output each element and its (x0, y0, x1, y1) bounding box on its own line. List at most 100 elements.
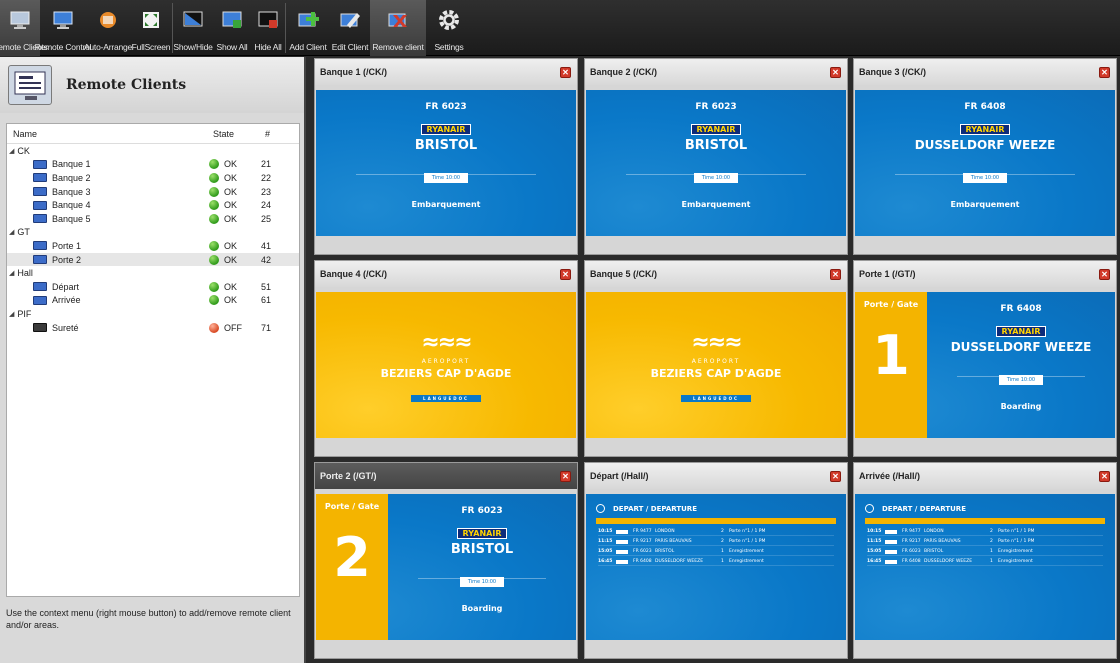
screen-preview[interactable]: DEPART / DEPARTURE 10:15 FR 9477 LONDON 2 Po… (855, 494, 1115, 640)
settings-button[interactable]: Settings (426, 0, 472, 56)
tile-titlebar[interactable]: Banque 4 (/CK/) ✕ (315, 261, 577, 287)
monitor-icon (33, 214, 47, 224)
tile-titlebar[interactable]: Porte 1 (/GT/) ✕ (854, 261, 1116, 287)
column-name[interactable]: Name (7, 129, 213, 139)
tree-item[interactable]: Porte 2 OK 42 (7, 252, 299, 267)
help-text: Use the context menu (right mouse button… (6, 608, 291, 630)
tree-group-pif[interactable]: ◢ PIF (7, 307, 299, 321)
monitor-icon (33, 200, 47, 210)
tree-item[interactable]: Arrivée OK 61 (7, 294, 299, 308)
client-tile[interactable]: Arrivée (/Hall/) ✕ DEPART / DEPARTURE 10:… (853, 462, 1117, 659)
tile-titlebar[interactable]: Banque 1 (/CK/) ✕ (315, 59, 577, 85)
tile-titlebar[interactable]: Départ (/Hall/) ✕ (585, 463, 847, 489)
close-icon[interactable]: ✕ (830, 470, 841, 482)
monitor-icon (33, 159, 47, 169)
tile-titlebar[interactable]: Banque 5 (/CK/) ✕ (585, 261, 847, 287)
airline-logo: RYANAIR (316, 117, 576, 136)
client-tile[interactable]: Banque 2 (/CK/) ✕ FR 6023 RYANAIR BRISTOL… (584, 58, 848, 255)
tree-item[interactable]: Sureté OFF 71 (7, 321, 299, 335)
tile-titlebar[interactable]: Porte 2 (/GT/) ✕ (315, 463, 577, 489)
expand-arrow-icon[interactable]: ◢ (9, 310, 14, 318)
plane-icon (596, 504, 605, 513)
remote-control-icon (48, 6, 78, 34)
status-ok-icon (209, 281, 219, 292)
close-icon[interactable]: ✕ (560, 470, 571, 482)
expand-arrow-icon[interactable]: ◢ (9, 228, 14, 236)
status-ok-icon (209, 200, 219, 211)
client-tile[interactable]: Banque 1 (/CK/) ✕ FR 6023 RYANAIR BRISTOL… (314, 58, 578, 255)
tree-item[interactable]: Banque 4 OK 24 (7, 198, 299, 212)
client-tile[interactable]: Porte 1 (/GT/) ✕ Porte / Gate 1 FR 6408 R… (853, 260, 1117, 457)
remote-control-button[interactable]: Remote Control (35, 0, 92, 56)
close-icon[interactable]: ✕ (830, 268, 841, 280)
close-icon[interactable]: ✕ (1099, 66, 1110, 78)
board-row: 11:15 FR 9217 PARIS BEAUVAIS 2 Porte n°1 / 1… (867, 538, 1103, 546)
client-tile[interactable]: Banque 3 (/CK/) ✕ FR 6408 RYANAIR DUSSELD… (853, 58, 1117, 255)
remote-clients-icon (8, 65, 52, 105)
airline-icon (616, 539, 628, 544)
close-icon[interactable]: ✕ (830, 66, 841, 78)
status-ok-icon (209, 254, 219, 265)
screen-preview[interactable]: ≈≈≈ AEROPORT BEZIERS CAP D'AGDE LANGUEDO… (586, 292, 846, 438)
auto-arrange-button[interactable]: Auto-Arrange (84, 0, 132, 56)
tree-item[interactable]: Départ OK 51 (7, 280, 299, 294)
close-icon[interactable]: ✕ (560, 66, 571, 78)
gate-panel: Porte / Gate 2 (316, 494, 388, 640)
tile-titlebar[interactable]: Banque 3 (/CK/) ✕ (854, 59, 1116, 85)
tree-group-hall[interactable]: ◢ Hall (7, 266, 299, 280)
client-tile[interactable]: Banque 5 (/CK/) ✕ ≈≈≈ AEROPORT BEZIERS CA… (584, 260, 848, 457)
edit-client-icon (335, 6, 365, 34)
expand-arrow-icon[interactable]: ◢ (9, 147, 14, 155)
fullscreen-button[interactable]: FullScreen (130, 0, 172, 56)
board-row: 11:15 FR 9217 PARIS BEAUVAIS 2 Porte n°1 / 1… (598, 538, 834, 546)
airline-icon (616, 549, 628, 554)
monitor-icon (33, 323, 47, 333)
client-tile[interactable]: Départ (/Hall/) ✕ DEPART / DEPARTURE 10:1… (584, 462, 848, 659)
edit-client-button[interactable]: Edit Client (330, 0, 370, 56)
remove-client-button[interactable]: Remove client (370, 0, 426, 56)
screen-preview[interactable]: DEPART / DEPARTURE 10:15 FR 9477 LONDON 2 Po… (586, 494, 846, 640)
add-client-button[interactable]: Add Client (286, 0, 330, 56)
close-icon[interactable]: ✕ (560, 268, 571, 280)
show-hide-button[interactable]: Show/Hide (173, 0, 213, 56)
tree-item[interactable]: Banque 3 OK 23 (7, 185, 299, 199)
gear-icon (434, 6, 464, 34)
screen-preview[interactable]: FR 6023 RYANAIR BRISTOL Time 10:00 Embar… (586, 90, 846, 236)
monitor-icon (33, 282, 47, 292)
hide-all-button[interactable]: Hide All (251, 0, 285, 56)
tree-item[interactable]: Porte 1 OK 41 (7, 239, 299, 253)
screen-preview[interactable]: Porte / Gate 2 FR 6023 RYANAIR BRISTOL T… (316, 494, 576, 640)
airline-icon (885, 529, 897, 534)
panel-header: Remote Clients (0, 57, 304, 113)
monitor-icon (33, 241, 47, 251)
screen-preview[interactable]: ≈≈≈ AEROPORT BEZIERS CAP D'AGDE LANGUEDO… (316, 292, 576, 438)
remote-clients-icon (5, 6, 35, 34)
remote-clients-panel: Remote Clients Name State # ◢ CK Banque 1… (0, 57, 306, 663)
status-ok-icon (209, 295, 219, 306)
board-row: 10:15 FR 9477 LONDON 2 Porte n°1 / 1 PM (867, 528, 1103, 536)
add-client-icon (293, 6, 323, 34)
tree-item[interactable]: Banque 1 OK 21 (7, 158, 299, 172)
screen-preview[interactable]: FR 6023 RYANAIR BRISTOL Time 10:00 Embar… (316, 90, 576, 236)
tree-group-gt[interactable]: ◢ GT (7, 226, 299, 240)
show-all-button[interactable]: Show All (213, 0, 251, 56)
close-icon[interactable]: ✕ (1099, 268, 1110, 280)
expand-arrow-icon[interactable]: ◢ (9, 269, 14, 277)
client-tile[interactable]: Porte 2 (/GT/) ✕ Porte / Gate 2 FR 6023 R… (314, 462, 578, 659)
toolbar: Remote Clients Remote Control Auto-Arran… (0, 0, 1120, 56)
status-ok-icon (209, 159, 219, 170)
screen-preview[interactable]: Porte / Gate 1 FR 6408 RYANAIR DUSSELDOR… (855, 292, 1115, 438)
close-icon[interactable]: ✕ (1099, 470, 1110, 482)
screen-preview[interactable]: FR 6408 RYANAIR DUSSELDORF WEEZE Time 10… (855, 90, 1115, 236)
tree-item[interactable]: Banque 5 OK 25 (7, 212, 299, 226)
tree-item[interactable]: Banque 2 OK 22 (7, 171, 299, 185)
column-state[interactable]: State (213, 129, 265, 139)
airline-icon (616, 529, 628, 534)
client-tile[interactable]: Banque 4 (/CK/) ✕ ≈≈≈ AEROPORT BEZIERS CA… (314, 260, 578, 457)
column-number[interactable]: # (265, 129, 295, 139)
tile-titlebar[interactable]: Arrivée (/Hall/) ✕ (854, 463, 1116, 489)
clients-tree[interactable]: Name State # ◢ CK Banque 1 OK 21 Banque 2 OK… (6, 123, 300, 597)
tree-group-ck[interactable]: ◢ CK (7, 144, 299, 158)
tile-titlebar[interactable]: Banque 2 (/CK/) ✕ (585, 59, 847, 85)
status-ok-icon (209, 186, 219, 197)
